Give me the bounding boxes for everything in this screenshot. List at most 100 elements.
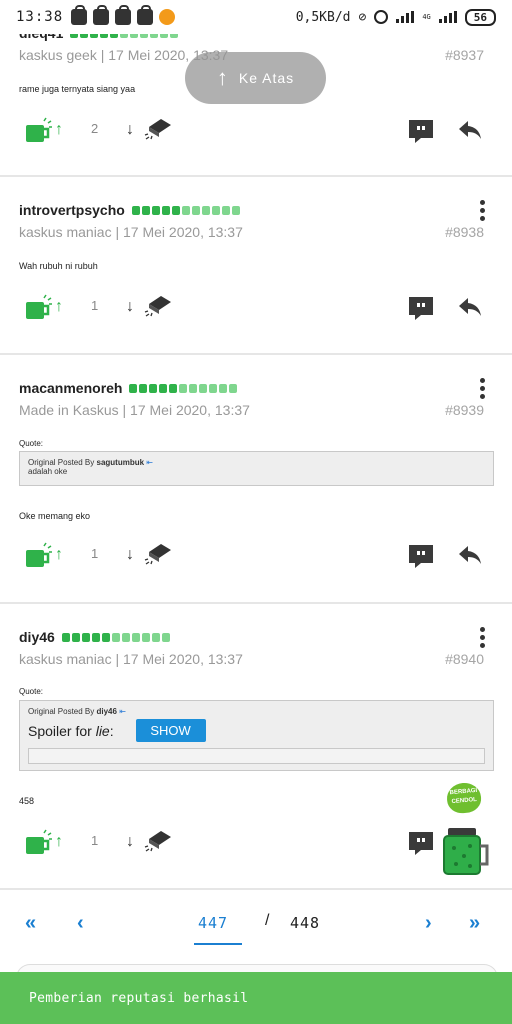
reply-icon[interactable] bbox=[457, 294, 483, 320]
post-actions: ↑ 1 ↓ bbox=[0, 825, 512, 861]
go-to-quote-icon[interactable]: ⇤ bbox=[119, 707, 126, 716]
comment-icon[interactable] bbox=[407, 542, 435, 570]
page-separator: / bbox=[265, 912, 270, 929]
downvote-arrow-icon[interactable]: ↓ bbox=[126, 833, 134, 851]
post-item: introvertpsycho kaskus maniac | 17 Mei 2… bbox=[0, 177, 512, 355]
quote-label: Quote: bbox=[19, 439, 44, 448]
post-header: diy46 bbox=[19, 629, 170, 645]
quote-text: adalah oke bbox=[28, 467, 68, 476]
more-options-icon[interactable] bbox=[480, 627, 486, 648]
post-number[interactable]: #8939 bbox=[445, 402, 484, 418]
status-time: 13:38 bbox=[16, 9, 64, 25]
upvote-arrow-icon[interactable]: ↑ bbox=[55, 298, 63, 316]
bata-brick-icon[interactable] bbox=[143, 115, 173, 141]
reputation-bar bbox=[131, 205, 240, 215]
upvote-arrow-icon[interactable]: ↑ bbox=[55, 833, 63, 851]
bata-brick-icon[interactable] bbox=[143, 540, 173, 566]
post-meta: kaskus maniac | 17 Mei 2020, 13:37 bbox=[19, 224, 243, 240]
quote-header: Original Posted By sagutumbuk ⇤ bbox=[28, 458, 485, 467]
post-date: 17 Mei 2020, 13:37 bbox=[130, 402, 250, 418]
network-type: 4G bbox=[422, 13, 431, 21]
more-options-icon[interactable] bbox=[480, 200, 486, 221]
cendol-icon[interactable] bbox=[24, 294, 54, 322]
scroll-to-top-button[interactable]: ↑ Ke Atas bbox=[185, 52, 326, 104]
post-meta: kaskus maniac | 17 Mei 2020, 13:37 bbox=[19, 651, 243, 667]
go-to-quote-icon[interactable]: ⇤ bbox=[146, 458, 153, 467]
post-item: diy46 kaskus maniac | 17 Mei 2020, 13:37… bbox=[0, 604, 512, 890]
pagination: « ‹ 447 / 448 › » bbox=[0, 890, 512, 952]
quote-box: Original Posted By diy46 ⇤ Spoiler for l… bbox=[19, 700, 494, 771]
network-speed: 0,5KB/d bbox=[295, 9, 351, 25]
quote-label: Quote: bbox=[19, 687, 44, 696]
post-rank: Made in Kaskus bbox=[19, 402, 119, 418]
quote-prefix: Original Posted By bbox=[28, 707, 95, 716]
arrow-up-icon: ↑ bbox=[216, 65, 229, 90]
cendol-icon[interactable] bbox=[24, 829, 54, 857]
notification-icons bbox=[71, 5, 176, 25]
last-page-button[interactable]: » bbox=[469, 912, 480, 935]
post-username[interactable]: introvertpsycho bbox=[19, 202, 125, 218]
spoiler-title-italic: lie bbox=[95, 722, 110, 739]
post-number[interactable]: #8938 bbox=[445, 224, 484, 240]
bata-brick-icon[interactable] bbox=[143, 827, 173, 853]
alarm-icon bbox=[374, 10, 389, 24]
upvote-arrow-icon[interactable]: ↑ bbox=[55, 121, 63, 139]
post-content: Oke memang eko bbox=[19, 511, 91, 521]
shopping-bag-icon bbox=[71, 5, 88, 25]
post-content: Wah rubuh ni rubuh bbox=[19, 261, 98, 271]
cendol-count: 1 bbox=[91, 833, 99, 848]
cendol-icon[interactable] bbox=[24, 117, 54, 145]
total-pages: 448 bbox=[290, 914, 321, 932]
app-notification-icon bbox=[159, 9, 176, 25]
spoiler-prefix: Spoiler for bbox=[28, 722, 92, 739]
downvote-arrow-icon[interactable]: ↓ bbox=[126, 298, 134, 316]
current-page-input[interactable]: 447 bbox=[198, 914, 228, 932]
next-page-button[interactable]: › bbox=[425, 912, 432, 935]
downvote-arrow-icon[interactable]: ↓ bbox=[126, 546, 134, 564]
post-number[interactable]: #8940 bbox=[445, 651, 484, 667]
post-header: macanmenoreh bbox=[19, 380, 238, 396]
battery-indicator: 56 bbox=[464, 8, 496, 26]
post-username[interactable]: macanmenoreh bbox=[19, 380, 122, 396]
downvote-arrow-icon[interactable]: ↓ bbox=[126, 121, 134, 139]
more-options-icon[interactable] bbox=[480, 378, 486, 399]
reply-icon[interactable] bbox=[457, 542, 483, 568]
spoiler-content bbox=[28, 748, 485, 764]
first-page-button[interactable]: « bbox=[25, 912, 36, 935]
reputation-bar bbox=[129, 383, 238, 393]
post-number[interactable]: #8937 bbox=[445, 47, 484, 63]
post-rank: kaskus geek bbox=[19, 47, 97, 63]
post-username[interactable]: diy46 bbox=[19, 629, 55, 645]
comment-icon[interactable] bbox=[407, 294, 435, 322]
post-header: introvertpsycho bbox=[19, 202, 240, 218]
comment-icon[interactable] bbox=[407, 117, 435, 145]
spoiler-show-button[interactable]: SHOW bbox=[135, 719, 206, 742]
scroll-to-top-label: Ke Atas bbox=[238, 70, 295, 86]
current-page-underline bbox=[194, 943, 242, 945]
prev-page-button[interactable]: ‹ bbox=[77, 912, 84, 935]
status-bar: 13:38 0,5KB/d ⊘ 4G 56 bbox=[0, 0, 512, 34]
cendol-jar-icon[interactable] bbox=[440, 826, 492, 876]
cendol-count: 1 bbox=[91, 298, 99, 313]
spoiler: Spoiler for lie: SHOW bbox=[28, 719, 485, 742]
quote-author: diy46 bbox=[96, 707, 117, 716]
cendol-icon[interactable] bbox=[24, 542, 54, 570]
signal-icon-2 bbox=[438, 11, 457, 23]
reply-icon[interactable] bbox=[457, 117, 483, 143]
quote-prefix: Original Posted By bbox=[28, 458, 95, 467]
cendol-count: 2 bbox=[91, 121, 99, 136]
comment-icon[interactable] bbox=[407, 829, 435, 857]
post-date: 17 Mei 2020, 13:37 bbox=[123, 224, 243, 240]
post-item: macanmenoreh Made in Kaskus | 17 Mei 202… bbox=[0, 355, 512, 604]
post-content: 458 bbox=[19, 796, 35, 806]
bata-brick-icon[interactable] bbox=[143, 292, 173, 318]
post-content: rame juga ternyata siang yaa bbox=[19, 84, 136, 94]
shopping-bag-icon bbox=[115, 5, 132, 25]
cendol-count: 1 bbox=[91, 546, 99, 561]
quote-header: Original Posted By diy46 ⇤ bbox=[28, 707, 485, 716]
post-rank: kaskus maniac bbox=[19, 224, 112, 240]
quote-author: sagutumbuk bbox=[96, 458, 145, 467]
mute-icon: ⊘ bbox=[358, 9, 367, 25]
upvote-arrow-icon[interactable]: ↑ bbox=[55, 546, 63, 564]
signal-icon bbox=[396, 11, 415, 23]
